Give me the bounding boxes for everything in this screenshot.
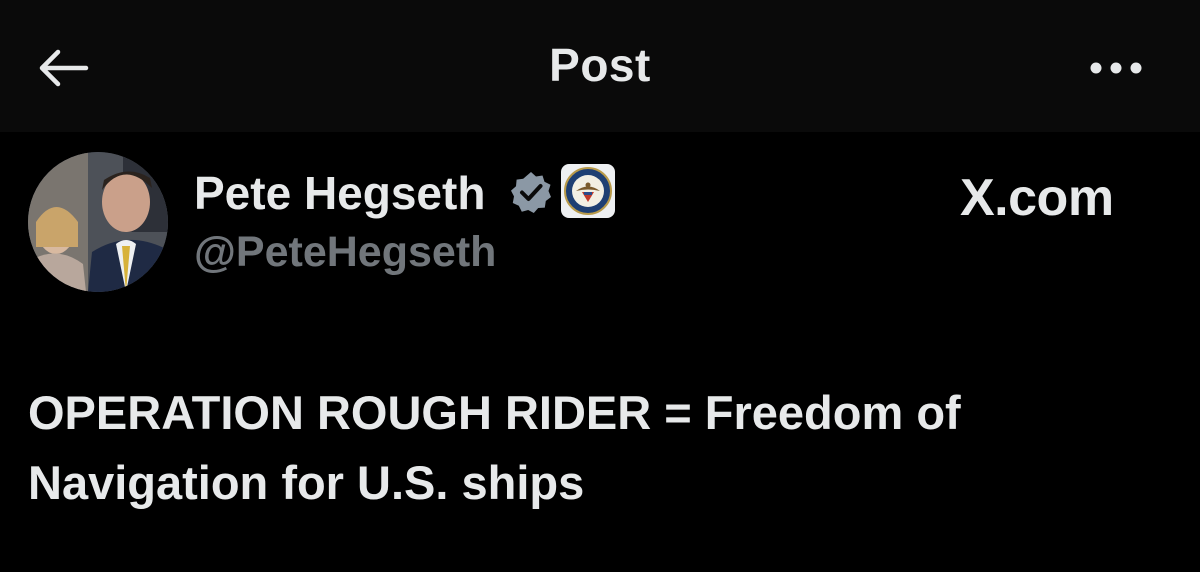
department-of-defense-seal-icon[interactable] bbox=[561, 164, 615, 218]
x-com-watermark: X.com bbox=[960, 169, 1114, 227]
post-text: OPERATION ROUGH RIDER = Freedom of Navig… bbox=[28, 386, 961, 509]
author-avatar[interactable] bbox=[28, 152, 168, 292]
page-title: Post bbox=[549, 39, 651, 91]
author-handle[interactable]: @PeteHegseth bbox=[194, 228, 496, 277]
more-options-button[interactable] bbox=[1080, 44, 1152, 92]
top-app-bar: Post bbox=[0, 0, 1200, 132]
author-display-name[interactable]: Pete Hegseth bbox=[194, 166, 485, 220]
seal-icon bbox=[564, 167, 612, 215]
avatar-photo bbox=[28, 152, 168, 292]
more-horizontal-icon bbox=[1090, 62, 1142, 74]
verified-badge-icon bbox=[511, 172, 551, 213]
